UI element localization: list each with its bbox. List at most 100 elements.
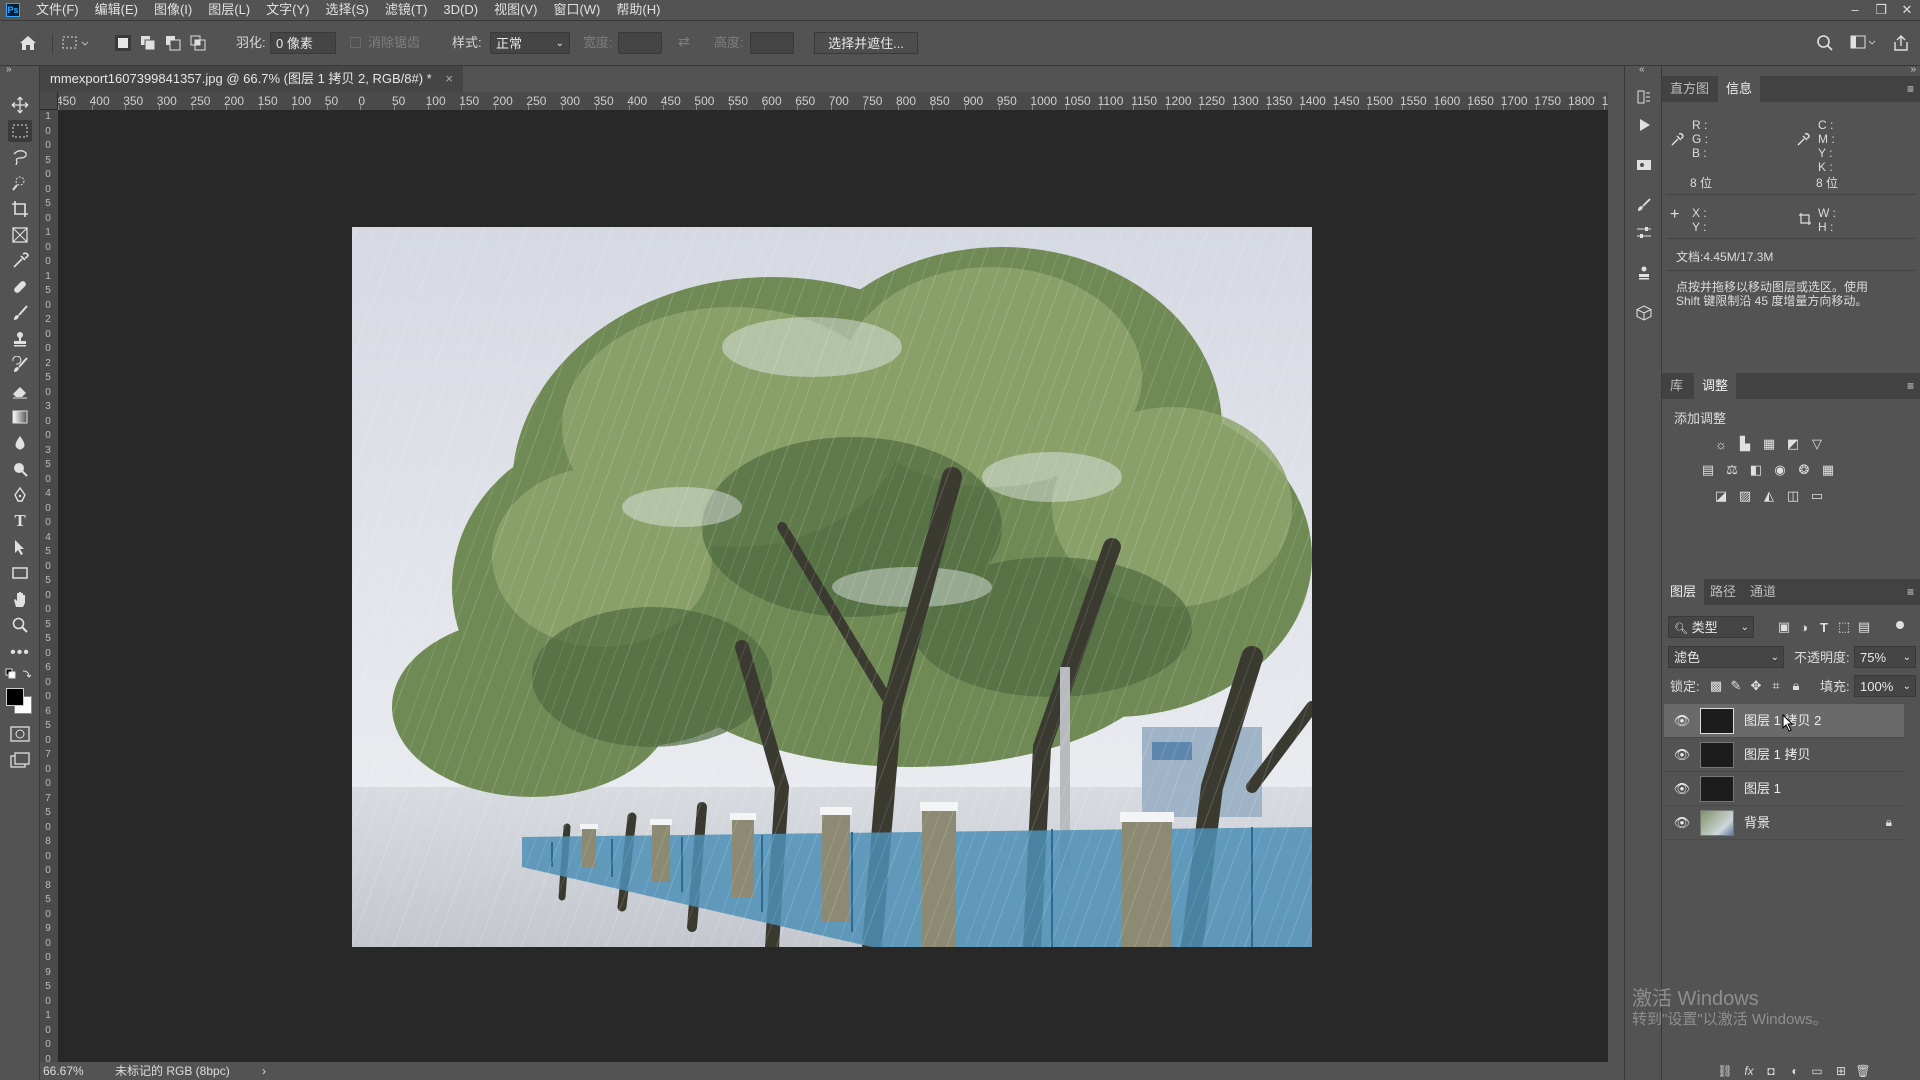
menu-filter[interactable]: 滤镜(T) <box>377 0 436 20</box>
actions-play-icon[interactable] <box>1633 114 1655 136</box>
gradient-tool[interactable] <box>8 406 32 428</box>
width-input[interactable] <box>618 32 662 54</box>
hand-tool[interactable] <box>8 588 32 610</box>
menu-layer[interactable]: 图层(L) <box>200 0 258 20</box>
move-tool[interactable] <box>8 94 32 116</box>
collapse-arrows-icon[interactable]: » <box>6 64 12 75</box>
filter-smart-object-icon[interactable]: ▤ <box>1856 619 1872 635</box>
marquee-preset-icon[interactable] <box>62 35 90 51</box>
home-icon[interactable] <box>18 34 38 52</box>
menu-3d[interactable]: 3D(D) <box>435 0 486 20</box>
path-selection-tool[interactable] <box>8 536 32 558</box>
link-layers-icon[interactable]: ⛓︎ <box>1716 1062 1734 1080</box>
tab-layers[interactable]: 图层 <box>1662 579 1705 605</box>
panel-menu-icon[interactable]: ≡ <box>1907 585 1914 599</box>
lock-position-icon[interactable]: ✥ <box>1748 678 1764 694</box>
layer-name[interactable]: 背景 <box>1744 806 1770 840</box>
vertical-scrollbar[interactable] <box>1608 92 1624 1080</box>
feather-input[interactable]: 0 像素 <box>270 32 336 54</box>
menu-view[interactable]: 视图(V) <box>486 0 545 20</box>
levels-icon[interactable]: ▙ <box>1737 436 1753 452</box>
rectangle-tool[interactable] <box>8 562 32 584</box>
share-icon[interactable] <box>1892 34 1910 52</box>
fill-input[interactable]: 100% ⌄ <box>1854 675 1916 697</box>
layer-name[interactable]: 图层 1 拷贝 <box>1744 738 1810 772</box>
tab-adjustments[interactable]: 调整 <box>1694 373 1737 399</box>
filter-pixel-icon[interactable]: ▣ <box>1776 619 1792 635</box>
rectangular-marquee-tool[interactable] <box>8 120 32 142</box>
history-icon[interactable] <box>1633 86 1655 108</box>
quick-selection-tool[interactable] <box>8 172 32 194</box>
properties-icon[interactable] <box>1633 154 1655 176</box>
collapse-arrows-icon[interactable]: » <box>1910 64 1916 75</box>
menu-select[interactable]: 选择(S) <box>317 0 376 20</box>
photo-filter-icon[interactable]: ◉ <box>1772 462 1788 478</box>
black-white-icon[interactable]: ◧ <box>1748 462 1764 478</box>
ruler-origin[interactable] <box>40 92 58 110</box>
new-group-icon[interactable]: ▭ <box>1808 1062 1826 1080</box>
crop-tool[interactable] <box>8 198 32 220</box>
close-tab-icon[interactable]: × <box>445 71 453 86</box>
lock-artboard-icon[interactable]: ⌗ <box>1768 678 1784 694</box>
tab-info[interactable]: 信息 <box>1718 76 1761 102</box>
tab-libraries[interactable]: 库 <box>1662 373 1691 399</box>
invert-icon[interactable]: ◪ <box>1713 488 1729 504</box>
panel-menu-icon[interactable]: ≡ <box>1907 379 1914 393</box>
filter-adjustment-icon[interactable]: ◑ <box>1796 619 1812 635</box>
gradient-map-icon[interactable]: ▭ <box>1809 488 1825 504</box>
tab-paths[interactable]: 路径 <box>1702 579 1744 605</box>
collapse-arrows-icon[interactable]: « <box>1639 64 1645 75</box>
posterize-icon[interactable]: ▨ <box>1737 488 1753 504</box>
tab-channels[interactable]: 通道 <box>1742 579 1784 605</box>
tab-histogram[interactable]: 直方图 <box>1662 76 1717 102</box>
frame-tool[interactable] <box>8 224 32 246</box>
new-layer-icon[interactable]: ⊞ <box>1832 1062 1850 1080</box>
brush-tool[interactable] <box>8 302 32 324</box>
dodge-tool[interactable] <box>8 458 32 480</box>
delete-layer-icon[interactable]: 🗑︎ <box>1854 1062 1872 1080</box>
color-balance-icon[interactable]: ⚖ <box>1724 462 1740 478</box>
foreground-color-swatch[interactable] <box>6 688 24 706</box>
zoom-tool[interactable] <box>8 614 32 636</box>
clone-source-icon[interactable] <box>1633 262 1655 284</box>
threshold-icon[interactable]: ◭ <box>1761 488 1777 504</box>
hue-saturation-icon[interactable]: ▤ <box>1700 462 1716 478</box>
blend-mode-select[interactable]: 滤色 ⌄ <box>1668 646 1784 668</box>
subtract-selection-icon[interactable] <box>165 35 181 51</box>
adjustments-sliders-icon[interactable] <box>1633 222 1655 244</box>
vibrance-icon[interactable]: ▽ <box>1809 436 1825 452</box>
menu-file[interactable]: 文件(F) <box>28 0 87 20</box>
curves-icon[interactable]: ▦ <box>1761 436 1777 452</box>
history-brush-tool[interactable] <box>8 354 32 376</box>
layer-filter-select[interactable]: 🔍︎ 类型 ⌄ <box>1668 616 1754 638</box>
eraser-tool[interactable] <box>8 380 32 402</box>
document-tab[interactable]: mmexport1607399841357.jpg @ 66.7% (图层 1 … <box>40 66 463 92</box>
menu-type[interactable]: 文字(Y) <box>258 0 317 20</box>
blur-tool[interactable] <box>8 432 32 454</box>
more-tools-icon[interactable]: ••• <box>8 642 32 664</box>
color-lookup-icon[interactable]: ▦ <box>1820 462 1836 478</box>
brightness-contrast-icon[interactable]: ☼ <box>1713 436 1729 452</box>
fx-icon[interactable]: fx <box>1740 1062 1758 1080</box>
visibility-eye-icon[interactable]: 👁︎ <box>1674 747 1691 763</box>
menu-help[interactable]: 帮助(H) <box>608 0 668 20</box>
quick-mask-icon[interactable] <box>10 726 30 742</box>
filter-toggle-icon[interactable] <box>1896 621 1904 629</box>
type-tool[interactable]: T <box>8 510 32 532</box>
menu-edit[interactable]: 编辑(E) <box>87 0 146 20</box>
new-selection-icon[interactable] <box>115 35 131 51</box>
opacity-input[interactable]: 75% ⌄ <box>1854 646 1916 668</box>
restore-button[interactable]: ❐ <box>1868 0 1894 20</box>
exposure-icon[interactable]: ◩ <box>1785 436 1801 452</box>
close-button[interactable]: ✕ <box>1894 0 1920 20</box>
visibility-eye-icon[interactable]: 👁︎ <box>1674 713 1691 729</box>
layer-row[interactable]: 👁︎ 背景 🔒︎ <box>1664 806 1904 840</box>
antialias-checkbox[interactable] <box>350 37 361 48</box>
menu-window[interactable]: 窗口(W) <box>545 0 608 20</box>
screen-mode-icon[interactable] <box>10 752 30 768</box>
new-adjustment-layer-icon[interactable]: ◐ <box>1786 1062 1804 1080</box>
3d-cube-icon[interactable] <box>1633 302 1655 324</box>
brush-settings-icon[interactable] <box>1633 194 1655 216</box>
style-select[interactable]: 正常 ⌄ <box>490 32 570 54</box>
panel-menu-icon[interactable]: ≡ <box>1907 82 1914 96</box>
